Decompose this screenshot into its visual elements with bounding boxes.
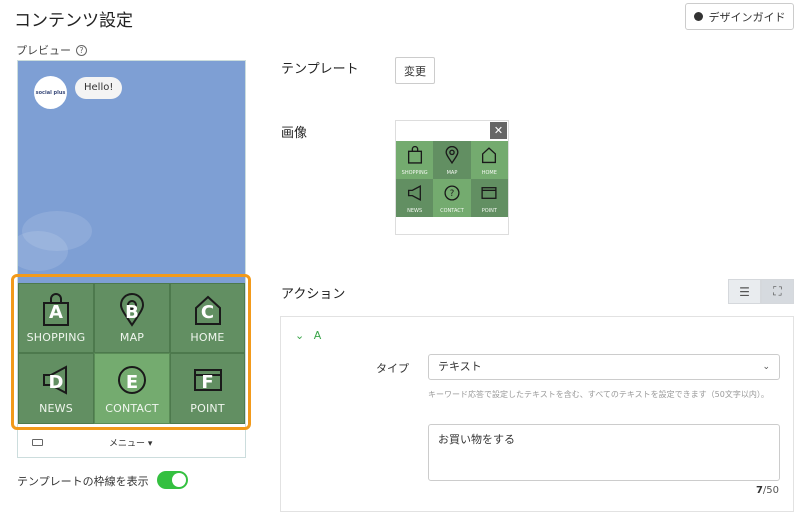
- image-title: 画像: [281, 126, 308, 141]
- design-guide-button[interactable]: デザインガイド: [685, 3, 794, 30]
- avatar: social plus: [34, 76, 67, 109]
- show-template-border-label: テンプレートの枠線を表示: [17, 475, 149, 488]
- expand-view-icon[interactable]: ⛶: [761, 279, 794, 304]
- help-icon[interactable]: ?: [76, 44, 87, 56]
- toggle-knob: [172, 473, 186, 487]
- page-title: コンテンツ設定: [14, 11, 133, 31]
- thumb-cell-label: POINT: [481, 208, 497, 214]
- preview-label-text: プレビュー: [16, 44, 71, 57]
- counter-max: /50: [762, 485, 779, 496]
- view-mode-toggle: ☰ ⛶: [728, 279, 794, 304]
- thumb-cell-label: NEWS: [407, 208, 423, 214]
- keyboard-icon[interactable]: [32, 439, 43, 446]
- thumb-cell: SHOPPING: [396, 141, 434, 179]
- thumb-cell-label: HOME: [481, 170, 497, 176]
- close-icon[interactable]: ✕: [490, 122, 507, 139]
- thumb-cell: ? CONTACT: [433, 179, 471, 217]
- thumb-cell: POINT: [470, 179, 508, 217]
- counter-current: 7: [755, 485, 763, 496]
- menu-bar[interactable]: メニュー ▾: [18, 427, 245, 457]
- chevron-down-icon: ⌄: [295, 329, 305, 342]
- shopping-bag-icon: [407, 146, 422, 164]
- thumb-cell: NEWS: [396, 179, 434, 217]
- list-view-icon[interactable]: ☰: [728, 279, 761, 304]
- thumb-cell-label: CONTACT: [440, 208, 464, 214]
- map-pin-icon: [445, 146, 459, 164]
- type-hint-text: キーワード応答で設定したテキストを含む、すべてのテキストを設定できます（50文字…: [428, 390, 769, 399]
- action-title: アクション: [281, 287, 346, 302]
- action-text-input[interactable]: お買い物をする: [428, 424, 780, 481]
- thumbnail-grid: SHOPPING MAP HOME NEWS ? CONTACT POINT: [396, 141, 508, 217]
- template-title: テンプレート: [281, 62, 359, 77]
- action-panel: ⌄ A タイプ テキスト ⌄ キーワード応答で設定したテキストを含む、すべてのテ…: [280, 316, 794, 512]
- chat-area: social plus Hello!: [18, 61, 245, 283]
- type-select-value: テキスト: [438, 360, 482, 373]
- cloud-decoration: [18, 231, 68, 271]
- chevron-down-icon: ⌄: [762, 362, 770, 372]
- type-select[interactable]: テキスト ⌄: [428, 354, 780, 380]
- chat-bubble: Hello!: [75, 77, 123, 99]
- thumb-cell: MAP: [433, 141, 471, 179]
- selected-template-frame: [11, 274, 251, 430]
- show-template-border-toggle[interactable]: [157, 471, 188, 489]
- svg-text:?: ?: [450, 188, 455, 198]
- change-template-button[interactable]: 変更: [395, 57, 435, 84]
- question-icon: ?: [444, 185, 460, 201]
- thumb-cell: HOME: [470, 141, 508, 179]
- action-accordion-a[interactable]: ⌄ A: [295, 329, 321, 342]
- point-card-icon: [481, 187, 497, 199]
- design-guide-label: デザインガイド: [708, 10, 786, 24]
- megaphone-icon: [407, 185, 421, 201]
- menu-toggle-label[interactable]: メニュー ▾: [109, 436, 152, 449]
- info-icon: [693, 12, 703, 21]
- accordion-label: A: [313, 329, 322, 342]
- thumb-cell-label: MAP: [446, 170, 458, 176]
- character-counter: 7/50: [756, 485, 779, 496]
- home-icon: [482, 147, 497, 164]
- image-thumbnail[interactable]: ✕ SHOPPING MAP HOME NEWS ? CONTACT POINT: [395, 120, 509, 235]
- type-label: タイプ: [376, 362, 409, 375]
- thumb-cell-label: SHOPPING: [401, 170, 428, 176]
- preview-label: プレビュー ?: [16, 42, 87, 58]
